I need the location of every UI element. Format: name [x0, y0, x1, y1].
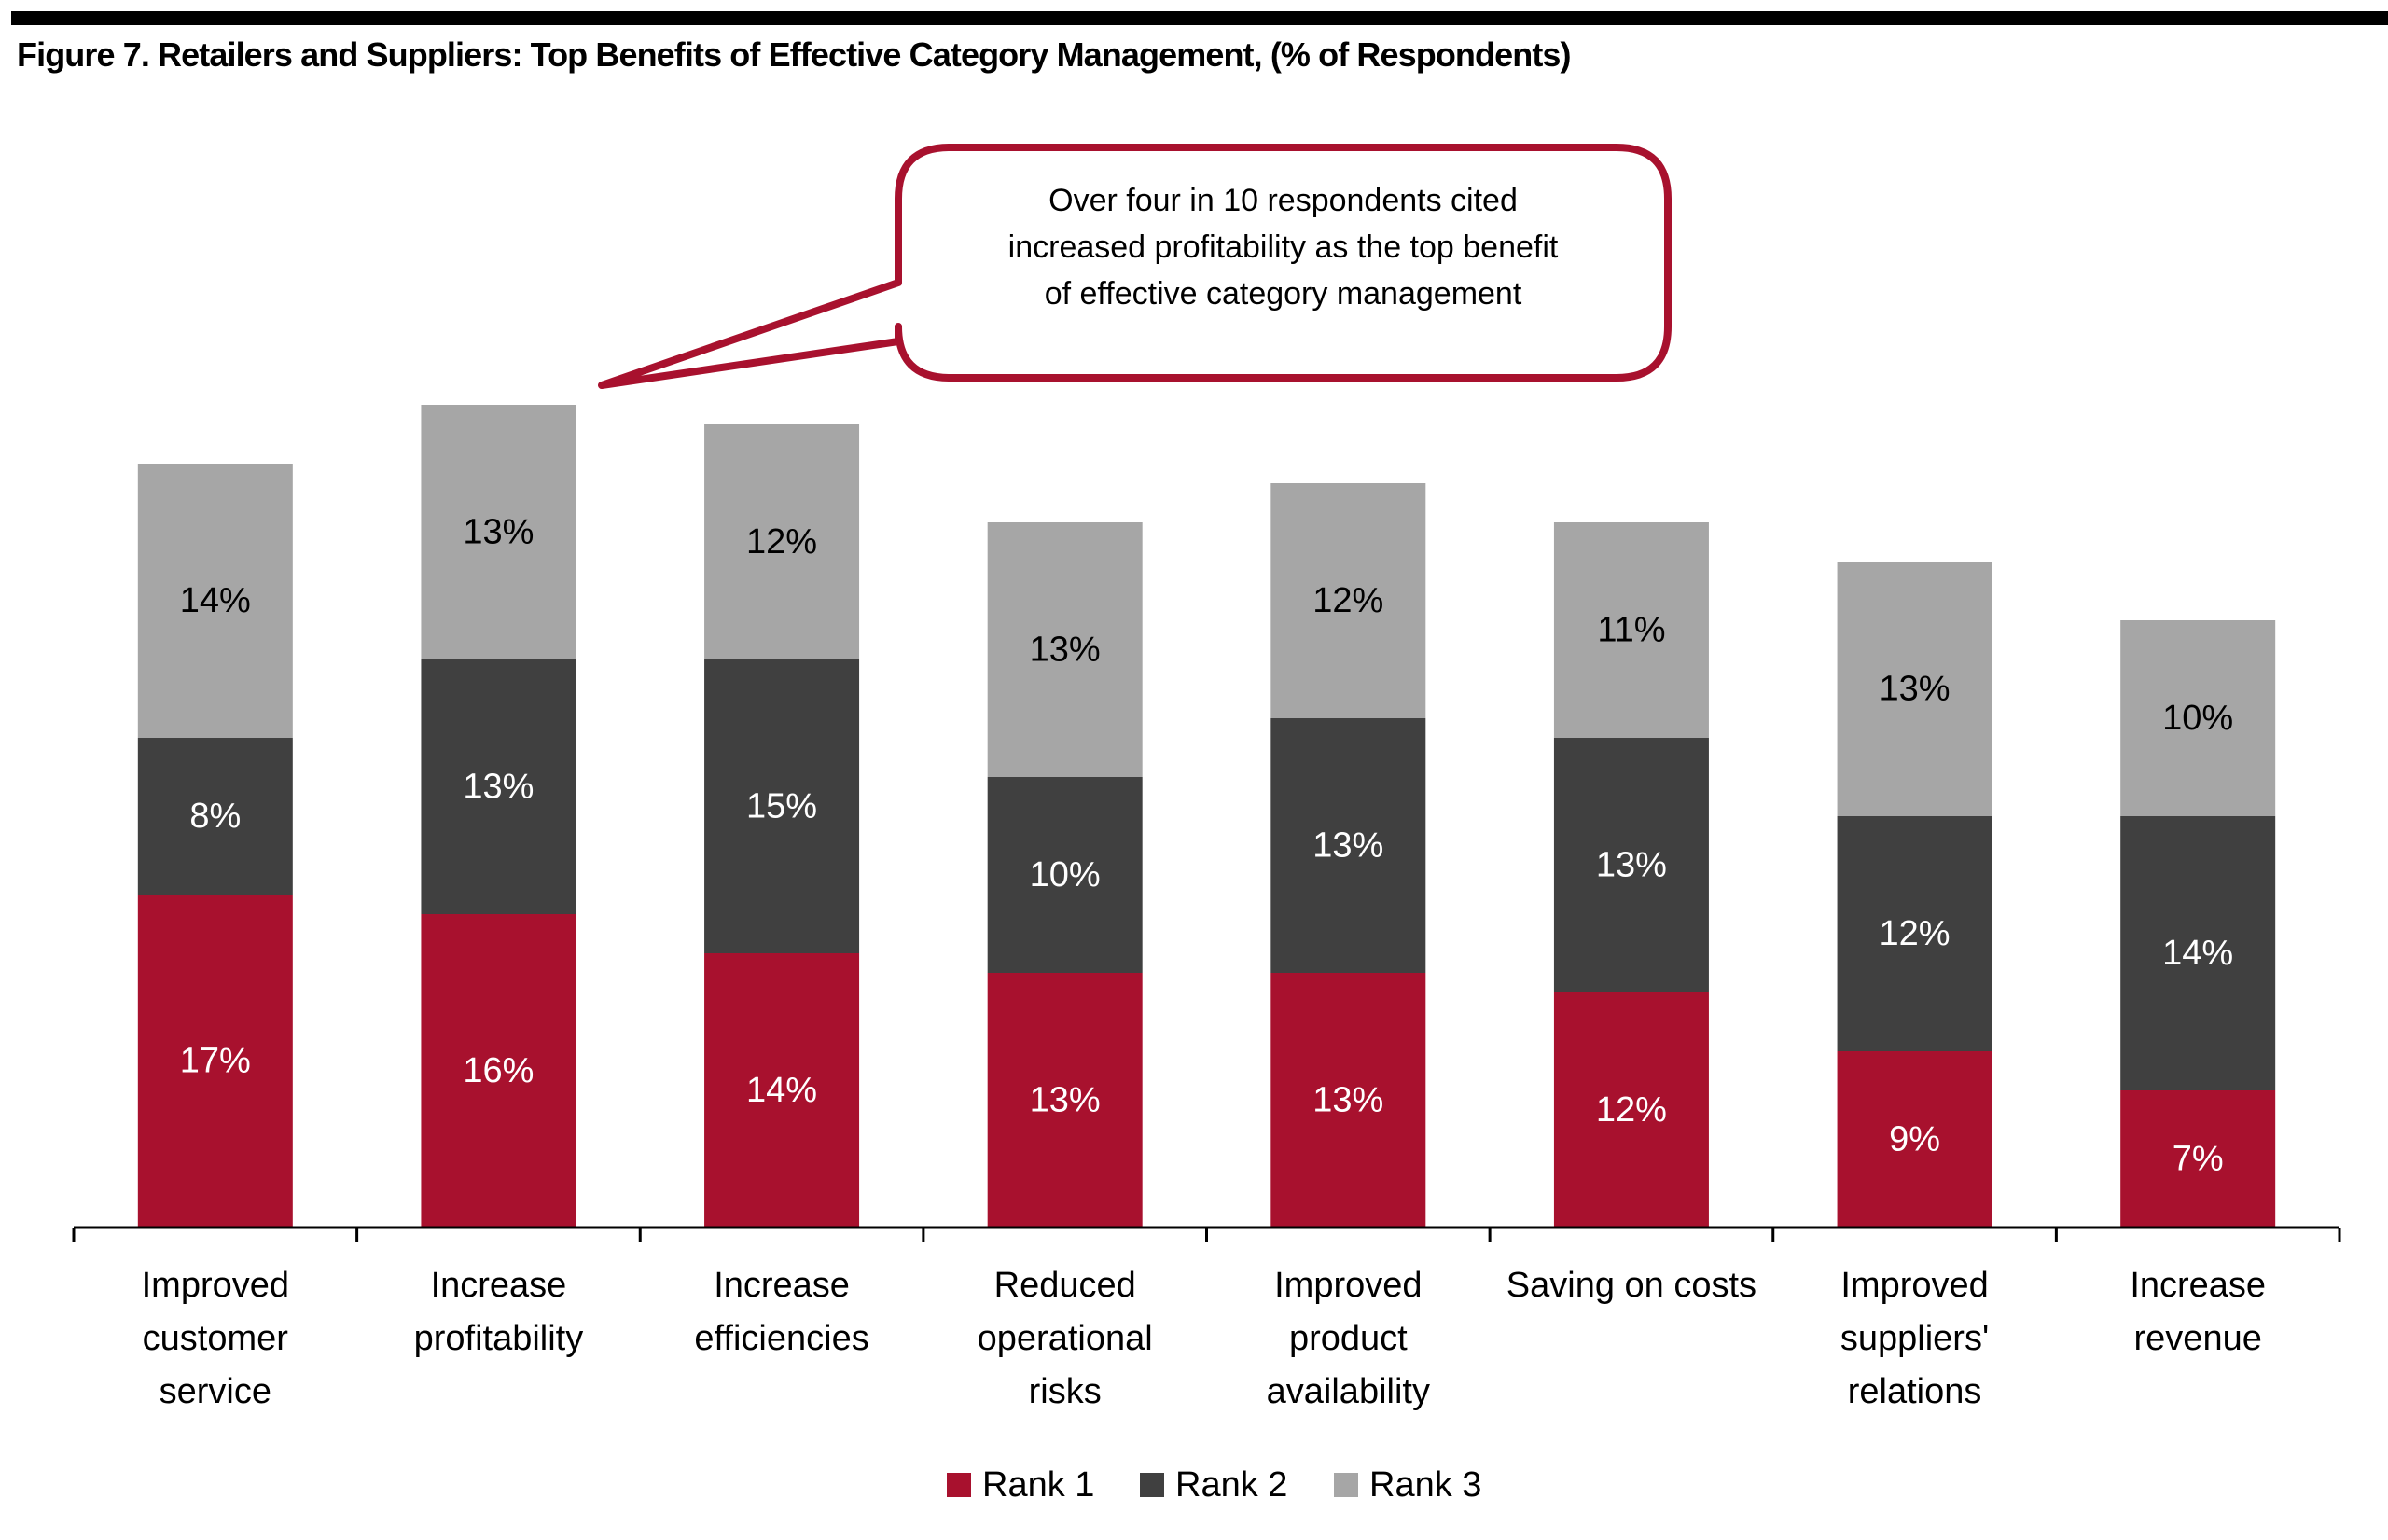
data-label: 12%	[746, 522, 817, 562]
data-label: 10%	[1030, 855, 1101, 895]
legend-label[interactable]: Rank 2	[1175, 1465, 1287, 1505]
data-label: 12%	[1312, 581, 1383, 620]
category-label-line: Saving on costs	[1506, 1266, 1756, 1305]
legend-label[interactable]: Rank 3	[1369, 1465, 1481, 1505]
stacked-bar-chart: 17% 8% 14% 16% 13% 13% 14% 15% 12% 13% 10% 13% 13% 13…	[72, 144, 2341, 1505]
data-label: 13%	[463, 513, 534, 552]
data-label: 13%	[463, 768, 534, 807]
category-label-line: Improved	[142, 1266, 289, 1305]
data-label: 13%	[1596, 846, 1667, 885]
category-label-line: relations	[1848, 1372, 1982, 1411]
category-label-line: product	[1289, 1319, 1408, 1358]
category-label-line: suppliers'	[1840, 1319, 1989, 1358]
category-label: Reduced operational risks	[978, 1266, 1153, 1411]
data-label: 13%	[1880, 670, 1951, 709]
category-label-line: Improved	[1840, 1266, 1988, 1305]
data-label: 10%	[2162, 699, 2233, 738]
category-label: Saving on costs	[1506, 1266, 1756, 1305]
category-label-line: availability	[1267, 1372, 1430, 1411]
data-label: 7%	[2173, 1140, 2224, 1179]
data-label: 13%	[1030, 1081, 1101, 1120]
data-label: 11%	[1597, 611, 1665, 650]
category-label-line: Increase	[431, 1266, 567, 1305]
category-label-line: customer	[143, 1319, 289, 1358]
category-label-line: Improved	[1274, 1266, 1422, 1305]
data-label: 15%	[746, 787, 817, 826]
category-label: Improved customer service	[142, 1266, 289, 1411]
legend-label[interactable]: Rank 1	[982, 1465, 1094, 1505]
legend-swatch-rank-2	[1140, 1473, 1164, 1497]
callout-annotation: Over four in 10 respondents cited increas…	[598, 144, 1672, 389]
category-label-line: Reduced	[994, 1266, 1136, 1305]
data-label: 12%	[1596, 1090, 1667, 1130]
callout-text-line: Over four in 10 respondents cited	[1048, 183, 1518, 218]
data-label: 17%	[180, 1042, 251, 1081]
category-label: Increase profitability	[414, 1266, 584, 1358]
data-label: 14%	[2162, 934, 2233, 973]
data-label: 8%	[189, 797, 241, 836]
category-label: Improved suppliers' relations	[1840, 1266, 1989, 1411]
data-label: 12%	[1880, 914, 1951, 953]
category-label-line: Increase	[2130, 1266, 2266, 1305]
legend: Rank 1 Rank 2 Rank 3	[947, 1465, 1481, 1505]
legend-swatch-rank-3	[1334, 1473, 1358, 1497]
legend-swatch-rank-1	[947, 1473, 971, 1497]
category-label: Increase efficiencies	[694, 1266, 868, 1358]
data-label: 16%	[463, 1051, 534, 1090]
category-label: Improved product availability	[1267, 1266, 1430, 1411]
callout-text-line: increased profitability as the top benef…	[1008, 229, 1559, 265]
category-labels: Improved customer service Increase profitabi…	[142, 1266, 2266, 1411]
category-label-line: service	[160, 1372, 271, 1411]
bars-group: 17% 8% 14% 16% 13% 13% 14% 15% 12% 13% 10% 13% 13% 13…	[137, 405, 2276, 1228]
category-label-line: operational	[978, 1319, 1153, 1358]
data-label: 9%	[1889, 1120, 1940, 1159]
callout-text-line: of effective category management	[1045, 276, 1522, 312]
data-label: 13%	[1312, 826, 1383, 866]
category-label-line: profitability	[414, 1319, 584, 1358]
data-label: 14%	[746, 1071, 817, 1110]
x-axis	[72, 1226, 2341, 1242]
data-label: 14%	[180, 581, 251, 620]
category-label-line: risks	[1029, 1372, 1102, 1411]
category-label-line: efficiencies	[694, 1319, 868, 1358]
data-label: 13%	[1312, 1081, 1383, 1120]
category-label-line: revenue	[2134, 1319, 2262, 1358]
category-label-line: Increase	[714, 1266, 850, 1305]
category-label: Increase revenue	[2130, 1266, 2266, 1358]
data-label: 13%	[1030, 631, 1101, 670]
